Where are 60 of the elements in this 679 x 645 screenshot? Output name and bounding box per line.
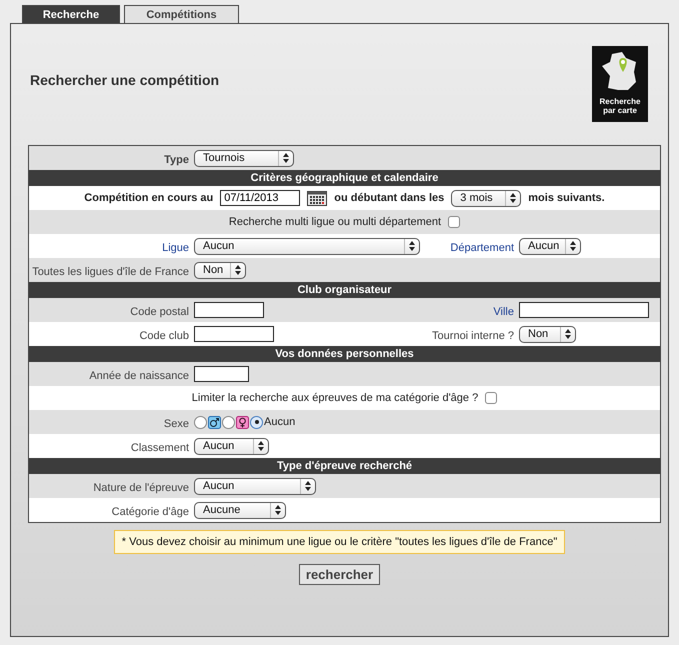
calendar-icon[interactable] bbox=[307, 190, 328, 206]
notice-message: * Vous devez choisir au minimum une ligue ou le critère "toutes les ligues d'île de France" bbox=[114, 530, 566, 554]
input-field[interactable] bbox=[194, 366, 249, 382]
date-field[interactable]: 07/11/2013 bbox=[220, 190, 300, 206]
updown-icon bbox=[409, 241, 415, 251]
select-dropdown[interactable]: Aucun bbox=[519, 238, 581, 254]
select-dropdown[interactable]: Aucun bbox=[194, 478, 316, 494]
updown-icon bbox=[510, 193, 516, 203]
select-dropdown[interactable]: Aucune bbox=[194, 502, 286, 518]
row-label: ou débutant dans les bbox=[334, 192, 444, 204]
select-dropdown[interactable]: Non bbox=[194, 262, 246, 278]
field-label: Catégorie d'âge bbox=[110, 504, 189, 518]
select-dropdown[interactable]: Aucun bbox=[194, 238, 420, 254]
updown-icon bbox=[258, 441, 264, 451]
field-label: Ligue bbox=[161, 240, 189, 254]
tab[interactable]: Compétitions bbox=[124, 5, 239, 23]
checkbox[interactable] bbox=[448, 216, 460, 228]
field-label: Code club bbox=[138, 328, 189, 342]
map-search-button[interactable]: Recherche par carte bbox=[592, 46, 648, 122]
updown-icon bbox=[283, 153, 289, 163]
section-header: Type d'épreuve recherché bbox=[29, 458, 660, 474]
select-dropdown[interactable]: Non bbox=[519, 326, 576, 342]
radio-label: Aucun bbox=[264, 416, 296, 428]
input-field[interactable] bbox=[194, 302, 264, 318]
row-label: Compétition en cours au bbox=[84, 192, 214, 204]
field-label: Département bbox=[449, 240, 514, 254]
updown-icon bbox=[305, 481, 311, 491]
select-dropdown[interactable]: Tournois bbox=[194, 150, 294, 166]
updown-icon bbox=[275, 505, 281, 515]
field-label: Code postal bbox=[129, 305, 189, 318]
input-field[interactable] bbox=[194, 326, 274, 342]
section-header: Vos données personnelles bbox=[29, 346, 660, 362]
field-label: Toutes les ligues d'île de France bbox=[31, 264, 189, 278]
female-symbol-icon bbox=[236, 416, 249, 428]
updown-icon bbox=[235, 265, 241, 275]
updown-icon bbox=[570, 241, 576, 251]
row-label: Limiter la recherche aux épreuves de ma catégorie d'âge ? bbox=[192, 392, 478, 404]
row-label: Recherche multi ligue ou multi département bbox=[228, 216, 442, 228]
select-dropdown[interactable]: 3 mois bbox=[451, 190, 522, 206]
row-label: mois suivants. bbox=[528, 192, 605, 204]
radio-button[interactable] bbox=[194, 416, 207, 428]
field-label: Ville bbox=[492, 305, 514, 318]
field-label: Sexe bbox=[162, 417, 189, 430]
checkbox[interactable] bbox=[485, 392, 498, 404]
radio-button[interactable] bbox=[250, 416, 263, 428]
field-label: Tournoi interne ? bbox=[431, 328, 514, 342]
section-header: Club organisateur bbox=[29, 282, 660, 298]
radio-button[interactable] bbox=[222, 416, 235, 428]
male-symbol-icon bbox=[208, 416, 221, 428]
field-label: Année de naissance bbox=[88, 369, 189, 382]
field-label: Nature de l'épreuve bbox=[92, 480, 189, 494]
tab[interactable]: Recherche bbox=[22, 5, 120, 23]
section-header: Critères géographique et calendaire bbox=[29, 170, 660, 186]
field-label: Type bbox=[163, 152, 189, 166]
input-field[interactable] bbox=[519, 302, 649, 318]
search-button[interactable]: rechercher bbox=[298, 564, 380, 585]
page-title: Rechercher une compétition bbox=[30, 72, 220, 88]
field-label: Classement bbox=[130, 440, 189, 454]
select-dropdown[interactable]: Aucun bbox=[194, 438, 269, 454]
updown-icon bbox=[565, 329, 571, 339]
